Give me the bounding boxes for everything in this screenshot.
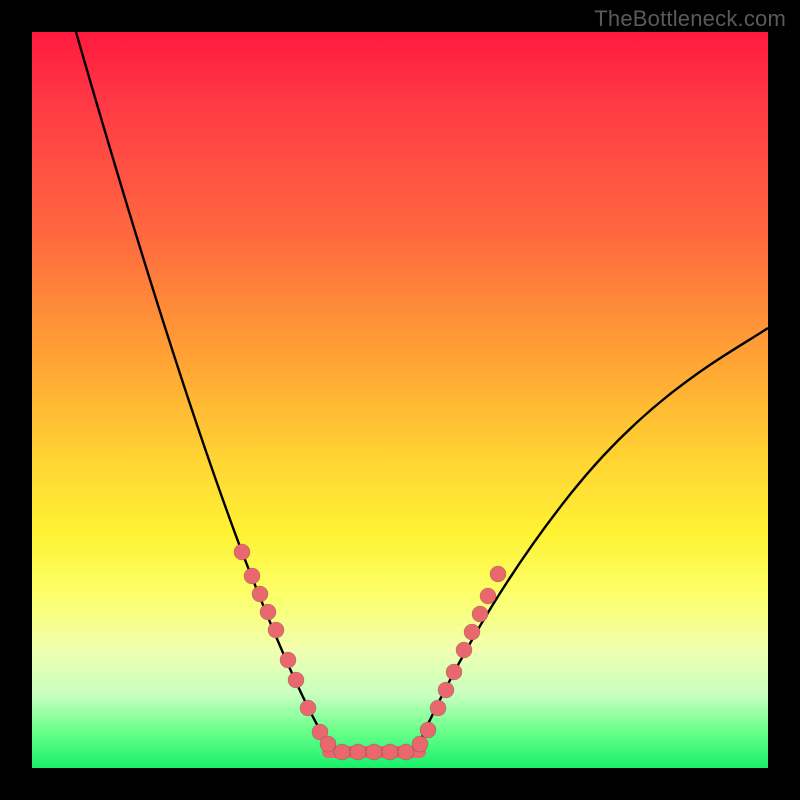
marker-cluster-right xyxy=(412,566,506,752)
curve-right-branch xyxy=(416,328,768,750)
curve-left-branch xyxy=(76,32,332,750)
watermark-text: TheBottleneck.com xyxy=(594,6,786,32)
chart-frame: TheBottleneck.com xyxy=(0,0,800,800)
chart-plot-area xyxy=(32,32,768,768)
bottleneck-curve xyxy=(32,32,768,768)
marker-cluster-left xyxy=(234,544,336,752)
marker-cluster-bottom xyxy=(334,744,414,760)
